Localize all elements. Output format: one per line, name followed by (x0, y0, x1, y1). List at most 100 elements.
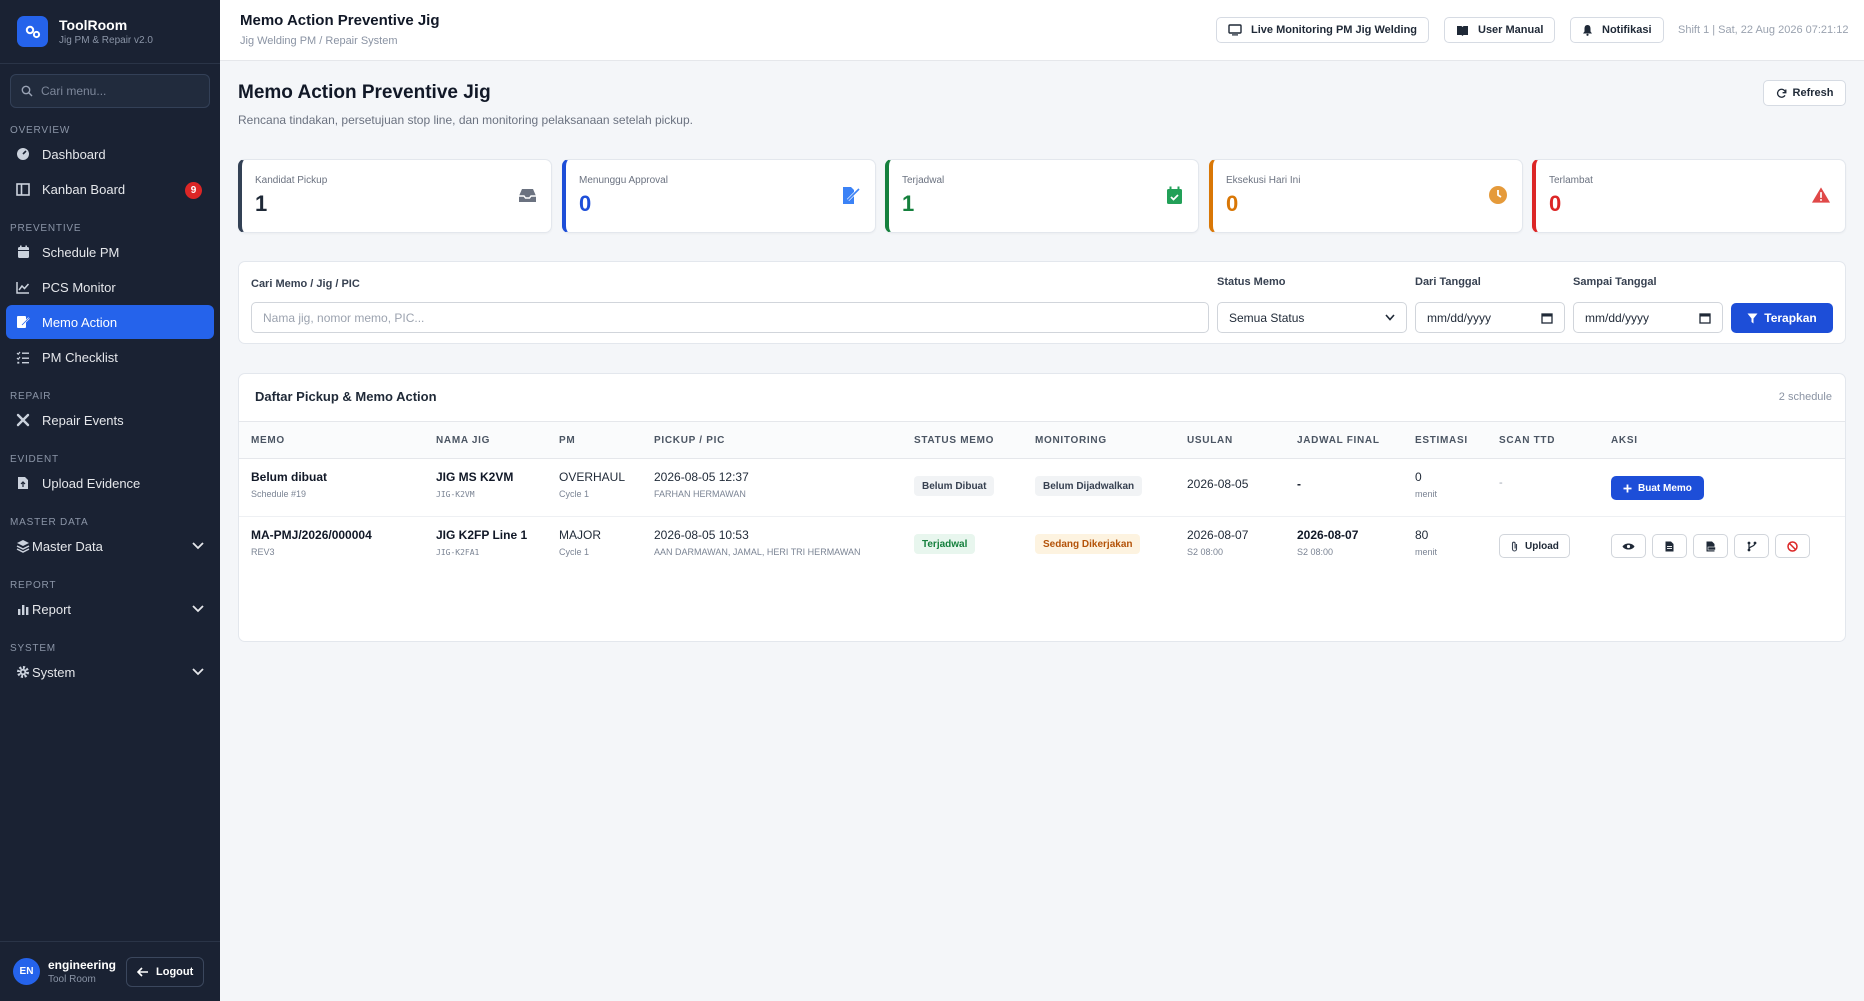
eye-icon (1622, 542, 1635, 551)
to-date-input[interactable]: mm/dd/yyyy (1573, 302, 1723, 333)
column-header: JADWAL FINAL (1297, 435, 1380, 446)
sidebar-item-memo-action[interactable]: Memo Action (6, 305, 214, 339)
to-date-placeholder: mm/dd/yyyy (1585, 310, 1650, 325)
section-repair: REPAIR (10, 391, 52, 402)
memo-revision: REV3 (251, 547, 275, 557)
pickup-datetime: 2026-08-05 12:37 (654, 470, 749, 484)
notification-button[interactable]: Notifikasi (1570, 17, 1664, 43)
topbar: Memo Action Preventive Jig Jig Welding P… (220, 0, 1864, 61)
sidebar-search-input[interactable]: Cari menu... (10, 74, 210, 108)
section-preventive: PREVENTIVE (10, 223, 82, 234)
brand-subtitle: Jig PM & Repair v2.0 (59, 35, 153, 46)
chevron-down-icon (1385, 314, 1395, 321)
status-memo-select[interactable]: Semua Status (1217, 302, 1407, 333)
jadwal-final: - (1297, 477, 1301, 491)
sidebar-item-label: PCS Monitor (42, 279, 116, 295)
sidebar-item-pcs-monitor[interactable]: PCS Monitor (6, 270, 214, 304)
pickup-cell: 2026-08-05 10:53 AAN DARMAWAN, JAMAL, HE… (654, 528, 861, 557)
file-icon (1665, 541, 1674, 552)
page-description: Rencana tindakan, persetujuan stop line,… (238, 113, 693, 127)
stat-card-eksekusi-hari-ini: Eksekusi Hari Ini 0 (1209, 159, 1523, 233)
user-manual-button[interactable]: User Manual (1444, 17, 1556, 43)
pdf-button[interactable] (1693, 534, 1728, 558)
chevron-down-icon (192, 668, 204, 676)
section-evident: EVIDENT (10, 454, 59, 465)
gauge-icon (16, 147, 30, 161)
sidebar-item-label: Kanban Board (42, 181, 126, 197)
sidebar-item-label: Upload Evidence (42, 475, 141, 491)
memo-search-input[interactable]: Nama jig, nomor memo, PIC... (251, 302, 1209, 333)
from-date-input[interactable]: mm/dd/yyyy (1415, 302, 1565, 333)
usulan-cell: 2026-08-07 S2 08:00 (1187, 528, 1248, 557)
estimasi-value: 80 (1415, 528, 1429, 542)
file-upload-icon (16, 476, 30, 490)
pickup-pic: AAN DARMAWAN, JAMAL, HERI TRI HERMAWAN (654, 547, 861, 557)
logout-button[interactable]: Logout (126, 956, 205, 987)
estimasi-unit: menit (1415, 489, 1438, 499)
estimasi-unit: menit (1415, 547, 1438, 557)
workflow-button[interactable] (1734, 534, 1769, 558)
plus-icon (1623, 484, 1632, 493)
section-overview: OVERVIEW (10, 125, 71, 136)
stat-value: 1 (255, 191, 268, 216)
sidebar-group-report[interactable]: Report (6, 592, 214, 626)
column-header: ESTIMASI (1415, 435, 1468, 446)
sidebar-user-footer: EN engineering Tool Room Logout (0, 941, 220, 1001)
stat-value: 0 (1226, 191, 1239, 216)
stat-card-terjadwal: Terjadwal 1 (885, 159, 1199, 233)
create-memo-button[interactable]: Buat Memo (1611, 476, 1704, 500)
memo-table-card: Daftar Pickup & Memo Action 2 schedule M… (238, 373, 1846, 642)
sidebar-item-pm-checklist[interactable]: PM Checklist (6, 340, 214, 374)
stat-label: Kandidat Pickup (255, 175, 328, 186)
jadwal-cell: - (1297, 477, 1301, 491)
document-button[interactable] (1652, 534, 1687, 558)
estimasi-cell: 80 menit (1415, 528, 1437, 557)
signature-icon (841, 185, 861, 205)
usulan-shift: S2 08:00 (1187, 547, 1224, 557)
column-header: PM (559, 435, 576, 446)
memo-cell: Belum dibuat Schedule #19 (251, 470, 327, 499)
column-header: STATUS MEMO (914, 435, 995, 446)
cancel-icon (1787, 540, 1798, 552)
memo-number: Belum dibuat (251, 470, 328, 484)
upload-scan-button[interactable]: Upload (1499, 534, 1570, 558)
apply-filter-label: Terapkan (1764, 311, 1817, 325)
filter-icon (1747, 313, 1758, 324)
refresh-button[interactable]: Refresh (1763, 80, 1846, 106)
column-header: AKSI (1611, 435, 1638, 446)
chevron-down-icon (192, 605, 204, 613)
sidebar-group-system[interactable]: System (6, 655, 214, 689)
pickup-pic: FARHAN HERMAWAN (654, 489, 746, 499)
apply-filter-button[interactable]: Terapkan (1731, 303, 1833, 333)
live-monitoring-button[interactable]: Live Monitoring PM Jig Welding (1216, 17, 1430, 43)
upload-scan-label: Upload (1525, 540, 1559, 552)
view-button[interactable] (1611, 534, 1646, 558)
from-date-placeholder: mm/dd/yyyy (1427, 310, 1492, 325)
kanban-count-badge: 9 (185, 182, 202, 199)
calendar-icon (16, 245, 30, 259)
paperclip-icon (1510, 541, 1519, 552)
sidebar-item-kanban[interactable]: Kanban Board 9 (6, 172, 214, 206)
jadwal-final: 2026-08-07 (1297, 528, 1359, 542)
sidebar-item-dashboard[interactable]: Dashboard (6, 137, 214, 171)
stat-value: 0 (579, 191, 592, 216)
sidebar-item-repair-events[interactable]: Repair Events (6, 403, 214, 437)
pickup-datetime: 2026-08-05 10:53 (654, 528, 749, 542)
stat-label: Terlambat (1549, 175, 1593, 186)
jadwal-cell: 2026-08-07 S2 08:00 (1297, 528, 1358, 557)
jig-name: JIG MS K2VM (436, 470, 514, 484)
column-header: PICKUP / PIC (654, 435, 726, 446)
sidebar-item-upload-evidence[interactable]: Upload Evidence (6, 466, 214, 500)
pm-cycle: Cycle 1 (559, 489, 590, 499)
logout-label: Logout (156, 965, 194, 978)
usulan-date: 2026-08-07 (1187, 528, 1249, 542)
column-header: MEMO (251, 435, 285, 446)
section-system: SYSTEM (10, 643, 56, 654)
sidebar-item-schedule-pm[interactable]: Schedule PM (6, 235, 214, 269)
sidebar-item-label: Report (32, 601, 72, 617)
list-check-icon (16, 350, 30, 364)
cancel-button[interactable] (1775, 534, 1810, 558)
pm-cycle: Cycle 1 (559, 547, 590, 557)
inbox-icon (517, 185, 537, 205)
sidebar-group-master-data[interactable]: Master Data (6, 529, 214, 563)
